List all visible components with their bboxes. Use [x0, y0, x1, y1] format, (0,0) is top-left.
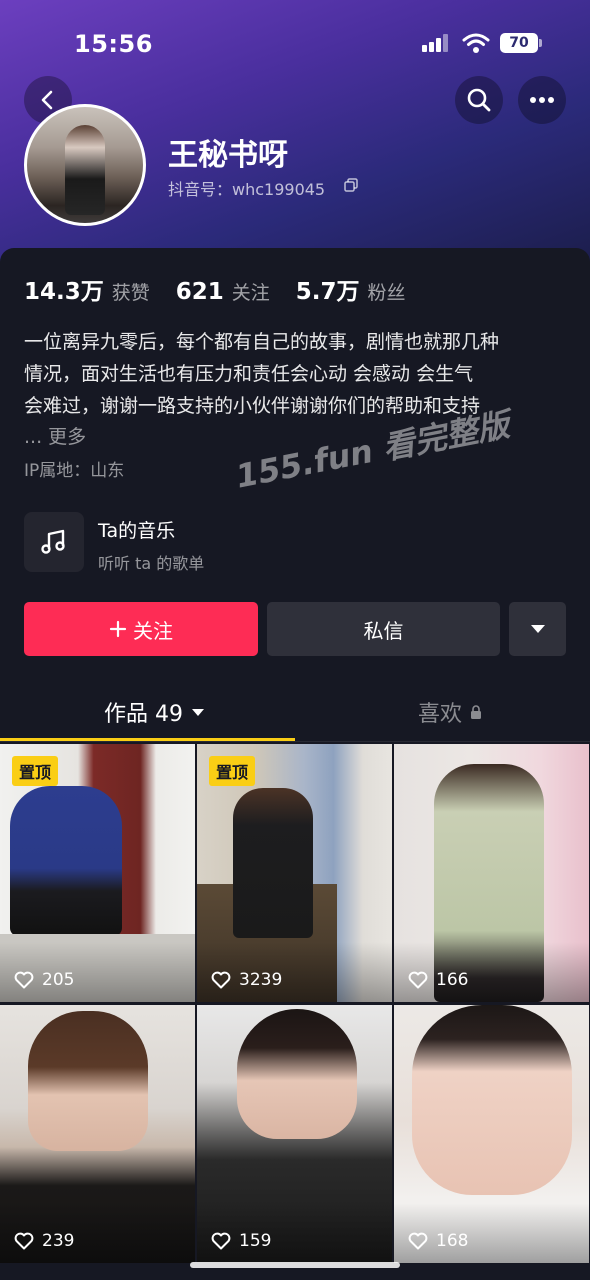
video-like-count: 3239 — [211, 970, 282, 990]
heart-icon — [211, 971, 231, 989]
likes-count: 14.3万 — [24, 279, 104, 305]
caret-down-icon — [192, 708, 204, 716]
copy-icon[interactable] — [344, 178, 358, 192]
follow-button[interactable]: 关注 — [24, 602, 258, 656]
heart-icon — [408, 1232, 428, 1250]
follow-button-label: 关注 — [133, 618, 173, 643]
video-thumbnail[interactable]: 置顶 3239 — [197, 744, 392, 1002]
video-like-count: 166 — [408, 970, 468, 990]
likes-label: 获赞 — [111, 282, 150, 304]
heart-icon — [408, 971, 428, 989]
caret-down-icon — [530, 625, 545, 633]
followers-label[interactable]: 粉丝 — [368, 278, 406, 305]
music-title[interactable]: Ta的音乐 — [98, 516, 175, 543]
lock-icon — [471, 704, 482, 719]
pinned-badge: 置顶 — [209, 756, 256, 786]
music-note-icon — [41, 529, 65, 554]
ip-location: IP属地：山东 — [24, 461, 125, 481]
avatar[interactable] — [24, 104, 146, 226]
heart-icon — [211, 1232, 231, 1250]
video-like-count: 239 — [14, 1231, 74, 1251]
heart-icon — [14, 1232, 34, 1250]
chevron-left-icon — [41, 90, 53, 110]
tab-divider — [0, 741, 590, 742]
music-subtitle: 听听 ta 的歌单 — [98, 554, 205, 573]
video-thumbnail[interactable]: 置顶 205 — [0, 744, 195, 1002]
message-button[interactable]: 私信 — [267, 602, 500, 656]
status-time: 15:56 — [74, 30, 153, 58]
music-entry-icon[interactable] — [24, 512, 84, 572]
search-button[interactable] — [455, 76, 503, 124]
video-like-count: 205 — [14, 970, 74, 990]
more-options-button[interactable] — [518, 76, 566, 124]
douyin-id: 抖音号：whc199045 — [168, 180, 326, 199]
search-icon — [467, 88, 491, 112]
bio-line: 情况，面对生活也有压力和责任会心动 会感动 会生气 — [24, 363, 474, 385]
home-indicator[interactable] — [190, 1262, 400, 1268]
battery-indicator: 70 — [500, 33, 542, 53]
tab-likes[interactable]: 喜欢 — [418, 696, 482, 728]
video-thumbnail[interactable]: 159 — [197, 1005, 392, 1263]
cellular-signal-icon — [422, 34, 452, 52]
video-like-count: 159 — [211, 1231, 271, 1251]
pinned-badge: 置顶 — [12, 756, 59, 786]
tab-likes-label: 喜欢 — [418, 702, 463, 727]
video-thumbnail[interactable]: 168 — [394, 1005, 589, 1263]
heart-icon — [14, 971, 34, 989]
tab-works[interactable]: 作品 49 — [104, 696, 205, 728]
recommend-dropdown-button[interactable] — [509, 602, 566, 656]
tab-works-label: 作品 49 — [104, 702, 183, 727]
status-bar: 15:56 70 — [0, 0, 590, 80]
bio-more-link[interactable]: ... 更多 — [24, 422, 86, 449]
profile-nickname: 王秘书呀 — [168, 138, 288, 173]
video-thumbnail[interactable]: 166 — [394, 744, 589, 1002]
video-thumbnail[interactable]: 239 — [0, 1005, 195, 1263]
followers-count[interactable]: 5.7万 — [296, 272, 360, 306]
wifi-icon — [462, 33, 490, 53]
video-like-count: 168 — [408, 1231, 468, 1251]
following-count[interactable]: 621 — [176, 279, 224, 305]
profile-stats: 14.3万 获赞 621 关注 5.7万 粉丝 — [24, 272, 432, 306]
plus-icon — [109, 620, 127, 638]
message-button-label: 私信 — [363, 618, 404, 643]
following-label[interactable]: 关注 — [232, 278, 270, 305]
more-dots-icon — [530, 97, 554, 103]
bio-line: 一位离异九零后，每个都有自己的故事，剧情也就那几种 — [24, 331, 500, 353]
